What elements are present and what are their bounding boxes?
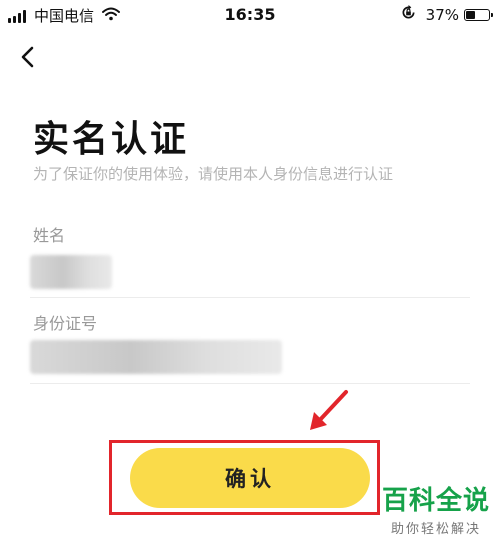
page-subtitle: 为了保证你的使用体验，请使用本人身份信息进行认证 — [33, 165, 394, 183]
orientation-lock-icon — [401, 5, 416, 24]
watermark-logo: 百科全说 助你轻松解决 — [382, 486, 490, 537]
page-title: 实名认证 — [33, 119, 190, 160]
watermark-subtitle: 助你轻松解决 — [390, 522, 481, 537]
annotation-arrow-icon — [310, 390, 348, 430]
status-right: 37% — [401, 5, 493, 24]
battery-icon — [464, 8, 493, 21]
chevron-left-icon — [21, 46, 34, 68]
name-label: 姓名 — [33, 226, 66, 245]
confirm-button[interactable]: 确认 — [130, 448, 370, 508]
name-input[interactable] — [30, 255, 112, 289]
battery-percent: 37% — [425, 5, 459, 24]
watermark-title: 百科全说 — [381, 486, 490, 516]
status-bar: 中国电信 16:35 37% — [0, 0, 500, 32]
verification-screen: 中国电信 16:35 37% 实名认证 为了保证你的使用体验，请使用本人身份信息… — [0, 0, 500, 546]
id-divider — [30, 383, 470, 384]
back-button[interactable] — [16, 42, 42, 72]
battery-fill — [466, 10, 475, 19]
id-number-input[interactable] — [30, 340, 282, 374]
name-divider — [30, 297, 470, 298]
id-number-label: 身份证号 — [33, 314, 98, 333]
